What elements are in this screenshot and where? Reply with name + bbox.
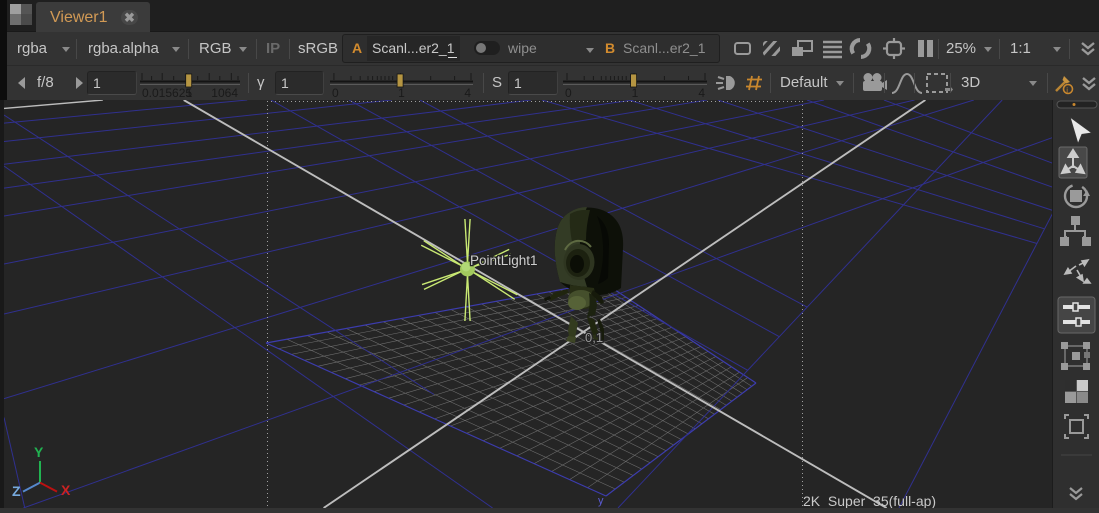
svg-text:0: 0	[332, 86, 339, 100]
svg-text:4: 4	[464, 86, 471, 100]
svg-text:y: y	[598, 495, 604, 507]
svg-text:Z: Z	[12, 483, 21, 499]
svg-text:Y: Y	[34, 444, 44, 460]
svg-text:1: 1	[398, 86, 405, 100]
svg-text:2K_Super_35(full-ap): 2K_Super_35(full-ap)	[803, 493, 936, 508]
svg-text:1: 1	[632, 86, 639, 100]
svg-text:1: 1	[186, 86, 193, 100]
svg-text:0,1: 0,1	[585, 330, 603, 345]
svg-text:4: 4	[698, 86, 705, 100]
svg-text:X: X	[61, 482, 71, 498]
svg-text:i: i	[1066, 86, 1068, 95]
svg-text:1064: 1064	[211, 86, 238, 100]
svg-text:PointLight1: PointLight1	[470, 253, 538, 268]
svg-text:0: 0	[565, 86, 572, 100]
